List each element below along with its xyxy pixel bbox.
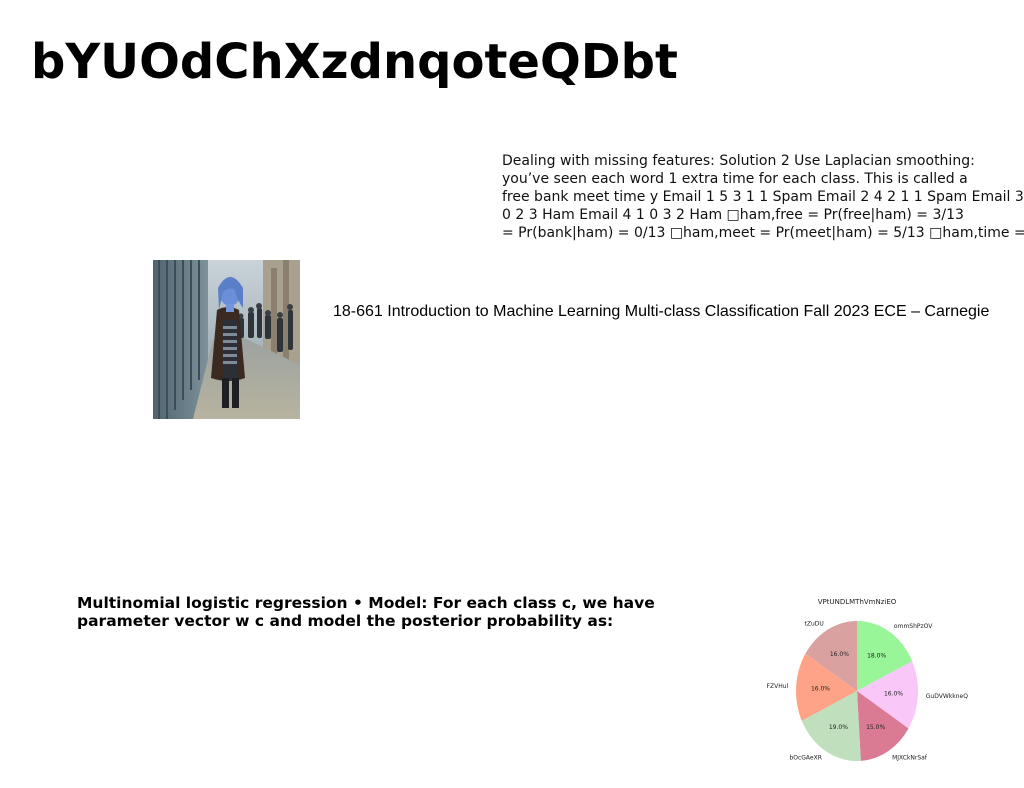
pie-category-label: tZuDU [805,621,824,628]
pie-category-label: MJXCkNrSaf [892,754,928,761]
pie-percent-label: 16.0% [830,651,849,658]
pie-category-label: ommShPzOV [894,623,933,630]
street-photo [153,260,300,419]
paragraph-line: parameter vector w c and model the poste… [77,612,614,630]
pie-category-label: bOcGAeXR [789,754,821,761]
paragraph-line: free bank meet time y Email 1 5 3 1 1 Sp… [502,189,1024,205]
course-info-line: 18-661 Introduction to Machine Learning … [333,303,990,320]
paragraph-line: = Pr(bank|ham) = 0/13 □ham,meet = Pr(mee… [502,225,1024,241]
page-title: bYUOdChXzdnqoteQDbt [31,34,678,90]
multinomial-regression-paragraph: Multinomial logistic regression • Model:… [77,594,717,630]
pie-percent-label: 16.0% [884,691,903,698]
pie-chart-svg: VPtUNDLMThVmNziEO 18.0% ommShPzOV 16.0% GuD… [767,598,969,761]
pie-percent-label: 18.0% [867,653,886,660]
pie-category-label: FZVHul [767,683,789,690]
paragraph-line: 0 2 3 Ham Email 4 1 0 3 2 Ham □ham,free … [502,207,964,223]
pie-percent-label: 15.0% [866,724,885,731]
chart-title: VPtUNDLMThVmNziEO [818,598,897,606]
pie-chart: VPtUNDLMThVmNziEO 18.0% ommShPzOV 16.0% GuD… [760,592,980,764]
pie-percent-label: 16.0% [811,685,830,692]
paragraph-line: Dealing with missing features: Solution … [502,153,975,169]
paragraph-line: you’ve seen each word 1 extra time for e… [502,171,968,187]
pie-percent-label: 19.0% [829,724,848,731]
laplacian-smoothing-paragraph: Dealing with missing features: Solution … [502,152,1024,242]
paragraph-line: Multinomial logistic regression • Model:… [77,594,655,612]
pie-category-label: GuDVWkkneQ [926,693,968,700]
